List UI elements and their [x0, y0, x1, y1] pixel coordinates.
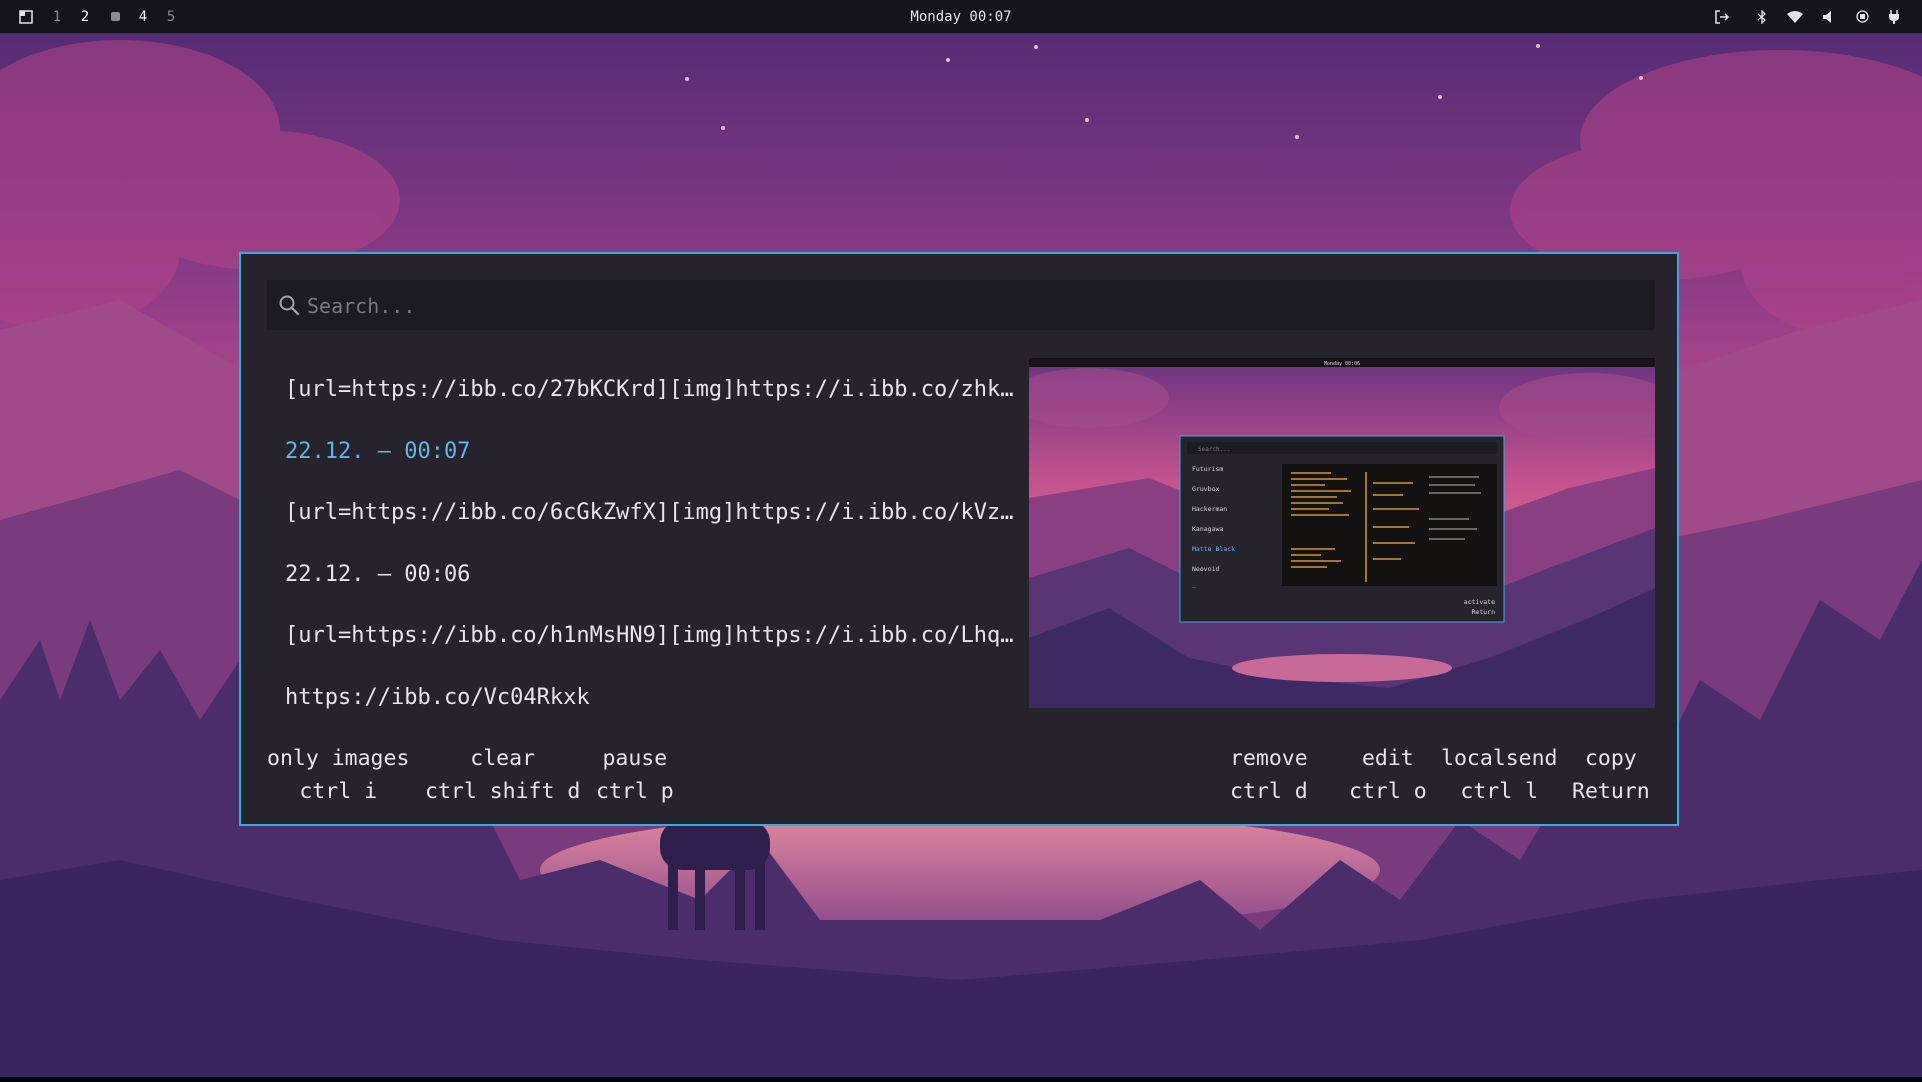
preview-theme-item-selected: Matte Black: [1192, 545, 1235, 553]
logout-icon[interactable]: [1711, 0, 1733, 33]
action-label: only images: [267, 746, 410, 771]
top-bar: 1 2 4 5 Monday 00:07: [0, 0, 1922, 33]
clipboard-history-list: [url=https://ibb.co/27bKCKrd][img]https:…: [285, 359, 1015, 728]
list-item[interactable]: [url=https://ibb.co/h1nMsHN9][img]https:…: [285, 605, 1015, 667]
preview-theme-item: …: [1192, 582, 1196, 590]
workspace-4[interactable]: 4: [133, 0, 153, 33]
preview-hint-key: Return: [1472, 608, 1496, 616]
action-label: copy: [1584, 746, 1637, 771]
preview-theme-item: Hackerman: [1192, 505, 1227, 513]
remove-action[interactable]: remove ctrl d: [1230, 742, 1308, 808]
list-item-text: 22.12. – 00:06: [285, 561, 471, 587]
list-item[interactable]: https://ibb.co/Vc04Rkxk: [285, 667, 1015, 729]
list-item-text: [url=https://ibb.co/6cGkZwfX][img]https:…: [285, 500, 1014, 526]
list-item-selected[interactable]: 22.12. – 00:07: [285, 421, 1015, 483]
localsend-action[interactable]: localsend ctrl l: [1441, 742, 1558, 808]
preview-theme-item: Neovoid: [1192, 565, 1219, 573]
action-label: edit: [1361, 746, 1414, 771]
search-bar: [267, 280, 1655, 332]
menu-icon[interactable]: [16, 0, 36, 33]
action-shortcut: ctrl i: [299, 779, 378, 804]
preview-theme-item: Gruvbox: [1192, 485, 1219, 493]
action-shortcut: Return: [1572, 779, 1650, 804]
cpu-icon[interactable]: [1851, 0, 1873, 33]
workspace-2[interactable]: 2: [75, 0, 95, 33]
action-label: pause: [602, 746, 668, 771]
search-input[interactable]: [305, 280, 1639, 332]
battery-icon[interactable]: [1883, 0, 1905, 33]
action-shortcut: ctrl shift d: [425, 779, 581, 804]
copy-action[interactable]: copy Return: [1572, 742, 1650, 808]
list-item-text: [url=https://ibb.co/h1nMsHN9][img]https:…: [285, 623, 1014, 649]
list-item-text: 22.12. – 00:07: [285, 438, 471, 464]
volume-icon[interactable]: [1817, 0, 1839, 33]
preview-theme-item: Futurism: [1192, 465, 1223, 473]
edit-action[interactable]: edit ctrl o: [1349, 742, 1427, 808]
workspace-indicator-icon: [110, 12, 120, 21]
clock[interactable]: Monday 00:07: [910, 9, 1011, 25]
preview-hint-label: activate: [1464, 598, 1495, 606]
action-shortcut: ctrl p: [596, 779, 674, 804]
list-item[interactable]: [url=https://ibb.co/27bKCKrd][img]https:…: [285, 359, 1015, 421]
clear-action[interactable]: clear ctrl shift d: [425, 742, 580, 808]
preview-search-placeholder: Search...: [1198, 446, 1231, 453]
workspace-1[interactable]: 1: [47, 0, 67, 33]
workspace-3[interactable]: [105, 0, 125, 33]
action-shortcut: ctrl d: [1230, 779, 1308, 804]
clipboard-manager-dialog: [url=https://ibb.co/27bKCKrd][img]https:…: [239, 252, 1679, 826]
list-item-text: https://ibb.co/Vc04Rkxk: [285, 684, 590, 710]
action-label: remove: [1230, 746, 1308, 771]
pause-action[interactable]: pause ctrl p: [596, 742, 674, 808]
list-item[interactable]: [url=https://ibb.co/6cGkZwfX][img]https:…: [285, 482, 1015, 544]
only-images-action[interactable]: only images ctrl i: [267, 742, 409, 808]
preview-theme-item: Kanagawa: [1192, 525, 1223, 533]
action-label: localsend: [1441, 746, 1558, 771]
bluetooth-icon[interactable]: [1751, 0, 1773, 33]
action-shortcut: ctrl o: [1349, 779, 1427, 804]
list-item-text: [url=https://ibb.co/27bKCKrd][img]https:…: [285, 377, 1014, 403]
search-icon: [279, 295, 300, 316]
preview-clock: Monday 00:06: [1324, 361, 1360, 367]
wifi-icon[interactable]: [1784, 0, 1806, 33]
action-label: clear: [470, 746, 536, 771]
action-shortcut: ctrl l: [1460, 779, 1539, 804]
workspace-5[interactable]: 5: [161, 0, 181, 33]
list-item[interactable]: 22.12. – 00:06: [285, 544, 1015, 606]
image-preview: Monday 00:06 Search... Futurism Gruvbox …: [1029, 358, 1655, 708]
